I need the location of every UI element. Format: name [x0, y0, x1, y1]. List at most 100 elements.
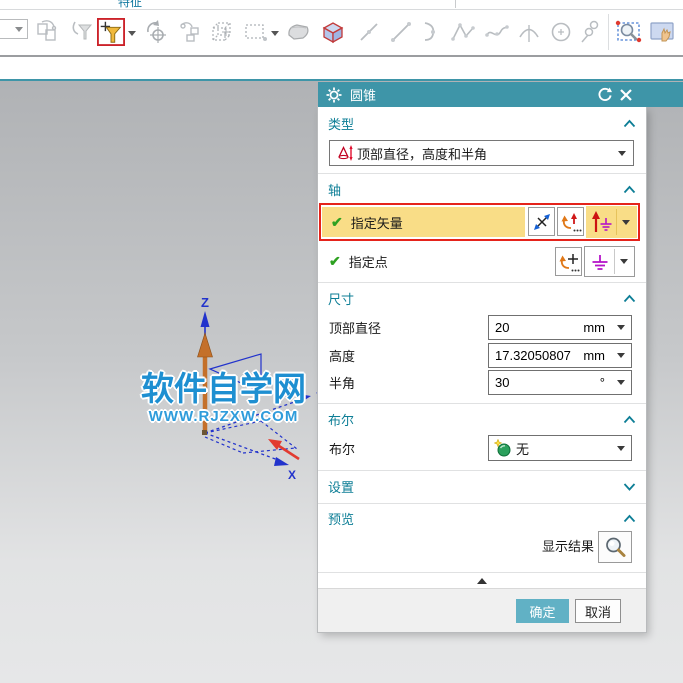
y-axis-arrowhead: [298, 394, 311, 403]
half-angle-input[interactable]: 30 °: [488, 370, 632, 395]
arc-3point-icon[interactable]: [515, 17, 543, 47]
collapse-arrow-icon: [477, 578, 487, 584]
half-angle-unit: °: [600, 371, 605, 394]
boolean-value: 无: [516, 439, 529, 458]
gear-icon: [326, 87, 342, 103]
specify-point-label: 指定点: [349, 252, 388, 271]
height-value[interactable]: 17.32050807: [495, 344, 571, 367]
specified-vector-arrowhead: [198, 333, 213, 357]
cone-type-value: 顶部直径，高度和半角: [357, 144, 487, 163]
reset-button[interactable]: [597, 87, 612, 102]
vector-dialog-icon: [532, 212, 552, 232]
selection-type-combo[interactable]: [0, 19, 28, 39]
sequence-chain-icon[interactable]: [176, 17, 204, 47]
section-header-boolean[interactable]: 布尔: [328, 409, 636, 429]
cone-type-icon: [335, 144, 353, 162]
chevron-down-icon[interactable]: [617, 353, 625, 358]
chevron-down-icon: [618, 151, 626, 156]
marquee-select-icon[interactable]: [242, 17, 270, 47]
half-angle-value[interactable]: 30: [495, 371, 509, 394]
section-header-dimensions[interactable]: 尺寸: [328, 288, 636, 308]
show-result-label: 显示结果: [542, 531, 594, 563]
cone-type-dropdown[interactable]: 顶部直径，高度和半角: [329, 140, 634, 166]
shaded-solid-icon[interactable]: [285, 17, 313, 47]
dialog-collapse-bar[interactable]: [318, 573, 646, 588]
chevron-down-icon[interactable]: [271, 31, 279, 36]
top-diameter-unit: mm: [583, 316, 605, 339]
vector-constructor-button[interactable]: [557, 207, 584, 236]
chevron-up-icon[interactable]: [623, 514, 636, 523]
x-axis-label: X: [288, 468, 296, 482]
spline-icon[interactable]: [483, 17, 511, 47]
check-icon: ✔: [329, 253, 341, 270]
bounding-cube-icon[interactable]: [208, 17, 236, 47]
height-input[interactable]: 17.32050807 mm: [488, 343, 632, 368]
cancel-button[interactable]: 取消: [575, 599, 621, 623]
specify-vector-label: 指定矢量: [351, 213, 403, 232]
boolean-label: 布尔: [329, 435, 355, 461]
line-endpoints-icon[interactable]: [387, 17, 415, 47]
selection-filter-icon[interactable]: [97, 17, 125, 47]
ribbon-tab-strip: 特征: [0, 0, 683, 10]
chevron-down-icon: [15, 27, 23, 32]
interpart-copy-icon[interactable]: [34, 17, 62, 47]
datum-cube-icon[interactable]: [319, 17, 347, 47]
arc-icon[interactable]: [417, 17, 445, 47]
chevron-up-icon[interactable]: [623, 185, 636, 194]
dialog-titlebar[interactable]: 圆锥: [318, 82, 683, 107]
inferred-point-icon: [585, 250, 614, 274]
point-type-dropdown[interactable]: [584, 246, 635, 277]
chevron-up-icon[interactable]: [623, 294, 636, 303]
z-axis-label: Z: [201, 295, 209, 310]
chevron-down-icon: [617, 446, 625, 451]
point-constructor-button[interactable]: [555, 247, 582, 276]
selection-toolbar: [0, 10, 683, 57]
origin-marker: [202, 430, 207, 435]
boolean-dropdown[interactable]: 无: [488, 435, 632, 461]
filter-reset-icon[interactable]: [68, 17, 96, 47]
chevron-up-icon[interactable]: [623, 119, 636, 128]
close-icon[interactable]: [619, 88, 633, 102]
snap-point-icon[interactable]: [142, 17, 170, 47]
point-constructor-icon: [558, 251, 580, 273]
section-header-preview[interactable]: 预览: [328, 508, 636, 528]
top-diameter-value[interactable]: 20: [495, 316, 509, 339]
chevron-down-icon: [620, 259, 628, 264]
show-result-button[interactable]: [598, 531, 632, 563]
zoom-region-icon[interactable]: [615, 17, 643, 47]
chevron-down-icon[interactable]: [128, 31, 136, 36]
height-unit: mm: [583, 344, 605, 367]
chevron-down-icon[interactable]: [617, 325, 625, 330]
section-header-settings[interactable]: 设置: [328, 476, 636, 496]
circle-center-icon[interactable]: [547, 17, 575, 47]
chevron-down-icon[interactable]: [623, 482, 636, 491]
specify-point-row[interactable]: ✔ 指定点: [318, 246, 646, 276]
annotation-arrow-head: [268, 439, 282, 450]
boolean-none-icon: [494, 439, 512, 457]
ok-button[interactable]: 确定: [516, 599, 569, 623]
chevron-down-icon[interactable]: [617, 380, 625, 385]
line-icon[interactable]: [355, 17, 383, 47]
x-axis-line: [205, 433, 278, 460]
section-header-axis[interactable]: 轴: [328, 179, 636, 199]
chevron-up-icon[interactable]: [623, 415, 636, 424]
pan-view-icon[interactable]: [649, 17, 677, 47]
section-header-type[interactable]: 类型: [328, 113, 636, 133]
specify-vector-row[interactable]: ✔ 指定矢量: [322, 207, 525, 237]
inferred-vector-icon: [586, 209, 616, 235]
check-icon: ✔: [331, 214, 343, 231]
top-diameter-label: 顶部直径: [329, 315, 381, 340]
vector-dialog-button[interactable]: [528, 207, 555, 236]
z-axis-arrowhead: [201, 311, 210, 327]
vector-type-dropdown[interactable]: [586, 206, 637, 238]
magnifier-icon: [603, 535, 627, 559]
height-label: 高度: [329, 343, 355, 368]
point-pair-icon[interactable]: [577, 17, 605, 47]
dialog-footer: 确定 取消: [318, 588, 646, 632]
polyline-icon[interactable]: [449, 17, 477, 47]
top-diameter-input[interactable]: 20 mm: [488, 315, 632, 340]
wcs-triad-and-cone-preview: Z Y X: [130, 280, 330, 500]
x-axis-arrowhead: [274, 457, 289, 466]
tab-features[interactable]: 特征: [118, 0, 142, 10]
half-angle-label: 半角: [329, 370, 355, 395]
